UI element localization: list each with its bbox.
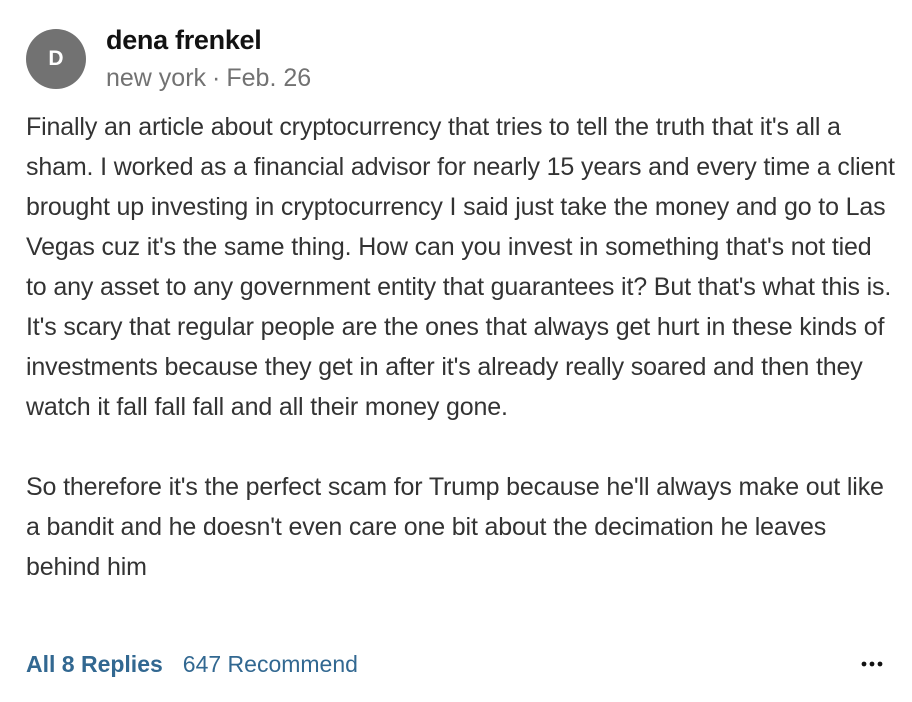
recommend-button[interactable]: 647 Recommend	[183, 651, 358, 678]
comment-paragraph: Finally an article about cryptocurrency …	[26, 113, 895, 421]
comment-location: new york	[106, 64, 207, 92]
meta-separator: ·	[212, 64, 221, 92]
comment-meta: new york · Feb. 26	[106, 64, 311, 93]
comment-footer: All 8 Replies 647 Recommend	[26, 646, 886, 682]
comment-paragraph: So therefore it's the perfect scam for T…	[26, 473, 884, 581]
all-replies-link[interactable]: All 8 Replies	[26, 651, 163, 678]
comment-card: D dena frenkel new york · Feb. 26 Finally …	[0, 0, 912, 702]
more-horizontal-icon[interactable]	[858, 652, 886, 676]
comment-date: Feb. 26	[226, 64, 312, 92]
avatar-initial: D	[48, 47, 64, 70]
comment-author[interactable]: dena frenkel	[106, 25, 262, 56]
comment-body: Finally an article about cryptocurrency …	[26, 107, 898, 587]
avatar[interactable]: D	[26, 29, 86, 89]
